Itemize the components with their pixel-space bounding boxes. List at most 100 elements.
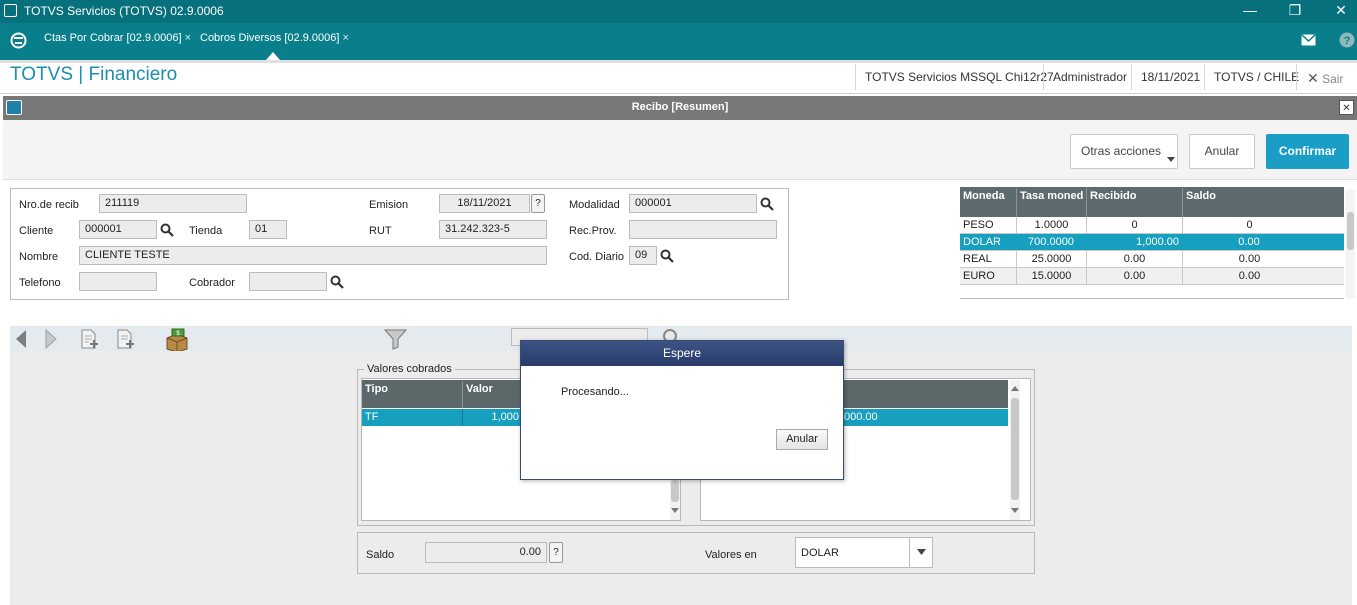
scrollbar-thumb[interactable] (671, 480, 679, 502)
rut-field[interactable]: 31.242.323-5 (439, 220, 547, 239)
add-document-icon[interactable] (80, 329, 102, 349)
espere-modal: Espere Procesando... Anular (520, 340, 844, 480)
table-row-selected[interactable]: DOLAR 700.0000 1,000.00 0.00 (960, 234, 1344, 251)
money-box-icon[interactable]: $ (164, 328, 190, 352)
brand-title: TOTVS | Financiero (10, 64, 178, 85)
saldo-field[interactable]: 0.00 (425, 542, 547, 563)
confirmar-button[interactable]: Confirmar (1266, 134, 1349, 169)
table-cell: 0 (1182, 217, 1316, 233)
saldo-label: Saldo (366, 549, 395, 561)
previous-icon[interactable] (14, 329, 28, 349)
cod-diario-label: Cod. Diario (569, 251, 625, 263)
filter-icon[interactable] (384, 328, 408, 350)
saldo-help-button[interactable]: ? (549, 542, 563, 563)
window-title: TOTVS Servicios (TOTVS) 02.9.0006 (24, 4, 224, 18)
modal-anular-button[interactable]: Anular (776, 429, 828, 450)
app-icon (4, 4, 17, 17)
scrollbar-thumb[interactable] (1347, 212, 1354, 250)
table-cell: DOLAR (963, 236, 1001, 248)
table-cell: 000.00 (844, 411, 878, 423)
table-row[interactable]: REAL 25.0000 0.00 0.00 (960, 251, 1344, 268)
company-info: TOTVS / CHILE (1214, 70, 1300, 84)
scrollbar-thumb[interactable] (1011, 398, 1019, 500)
dialog-title: Recibo [Resumen] (631, 101, 729, 113)
tab-close-icon[interactable]: × (185, 32, 191, 44)
column-header[interactable]: Moneda (960, 188, 1008, 204)
table-cell: 0 (1086, 217, 1182, 233)
svg-text:?: ? (1344, 35, 1351, 47)
next-icon[interactable] (44, 329, 58, 349)
close-window-button[interactable]: ✕ (1329, 2, 1353, 19)
cod-diario-field[interactable]: 09 (629, 246, 657, 265)
scrollbar[interactable] (1010, 380, 1020, 520)
header-divider (1043, 64, 1044, 90)
table-cell: 1.0000 (1016, 217, 1086, 233)
cobrador-field[interactable] (249, 272, 327, 291)
currency-scrollbar[interactable] (1346, 190, 1355, 298)
header-divider (855, 64, 856, 90)
tab-close-icon[interactable]: × (342, 32, 348, 44)
search-icon[interactable] (160, 223, 174, 237)
select-divider (909, 538, 910, 567)
dialog-close-button[interactable]: ✕ (1339, 100, 1354, 115)
mail-icon[interactable] (1301, 34, 1316, 46)
restore-button[interactable]: ❐ (1283, 2, 1307, 19)
close-icon: ✕ (1307, 70, 1319, 86)
help-icon[interactable]: ? (1339, 32, 1355, 48)
nro-recibo-field[interactable]: 211119 (99, 194, 247, 213)
user-info: Administrador (1053, 70, 1128, 84)
search-icon[interactable] (660, 249, 674, 263)
telefono-field[interactable] (79, 272, 157, 291)
table-cell: 15.0000 (1016, 268, 1086, 284)
search-icon[interactable] (760, 197, 774, 211)
column-header[interactable]: Tipo (362, 381, 391, 397)
tab-bar: Ctas Por Cobrar [02.9.0006] × Cobros Div… (0, 23, 1357, 60)
minimize-button[interactable]: — (1238, 2, 1262, 18)
chevron-down-icon (917, 549, 926, 555)
emision-field[interactable]: 18/11/2021 (439, 194, 530, 213)
scroll-down-icon[interactable] (1011, 508, 1019, 514)
tab-cobros-diversos[interactable]: Cobros Diversos [02.9.0006] × (200, 32, 349, 44)
tienda-field[interactable]: 01 (249, 220, 287, 239)
column-header[interactable]: Saldo (1182, 188, 1219, 217)
cobrador-label: Cobrador (189, 277, 235, 289)
otras-acciones-button[interactable]: Otras acciones (1070, 134, 1178, 169)
modalidad-field[interactable]: 000001 (629, 194, 757, 213)
tienda-label: Tienda (189, 225, 223, 237)
table-row[interactable]: EURO 15.0000 0.00 0.00 (960, 268, 1344, 285)
header-divider (1204, 64, 1205, 90)
table-cell: TF (365, 411, 379, 423)
totvs-logo-icon[interactable] (10, 32, 27, 49)
table-cell: 1,000.00 (1136, 236, 1179, 248)
scroll-down-icon[interactable] (671, 508, 679, 514)
table-cell: 700.0000 (1028, 236, 1074, 248)
table-row[interactable]: PESO 1.0000 0 0 (960, 217, 1344, 234)
column-header[interactable]: Valor (462, 381, 496, 408)
column-header[interactable]: Recibido (1086, 188, 1139, 217)
rec-prov-field[interactable] (629, 220, 777, 239)
valores-en-select[interactable]: DOLAR (795, 537, 933, 568)
header-divider (1296, 64, 1297, 90)
search-icon[interactable] (330, 275, 344, 289)
dialog-titlebar: Recibo [Resumen] ✕ (3, 96, 1357, 120)
cliente-field[interactable]: 000001 (79, 220, 157, 239)
emision-help-button[interactable]: ? (531, 194, 545, 213)
rec-prov-label: Rec.Prov. (569, 225, 617, 237)
copy-document-icon[interactable] (116, 329, 138, 349)
chevron-down-icon (1167, 157, 1175, 162)
header-divider (1131, 64, 1132, 90)
database-info: TOTVS Servicios MSSQL Chi12r27 (865, 70, 1054, 84)
scroll-up-icon[interactable] (1011, 385, 1019, 391)
active-tab-indicator (266, 52, 280, 60)
exit-button[interactable]: ✕ Sair (1307, 70, 1343, 87)
nombre-field[interactable]: CLIENTE TESTE (79, 246, 547, 265)
column-header[interactable]: Tasa moned (1016, 188, 1086, 217)
table-bottom-border (960, 298, 1344, 299)
telefono-label: Telefono (19, 277, 61, 289)
action-bar: Otras acciones Anular Confirmar (3, 120, 1357, 180)
table-cell: 25.0000 (1016, 251, 1086, 267)
anular-button[interactable]: Anular (1189, 134, 1255, 169)
modal-title: Espere (521, 341, 843, 366)
tab-ctas-por-cobrar[interactable]: Ctas Por Cobrar [02.9.0006] × (44, 32, 191, 44)
valores-en-value: DOLAR (801, 547, 839, 559)
